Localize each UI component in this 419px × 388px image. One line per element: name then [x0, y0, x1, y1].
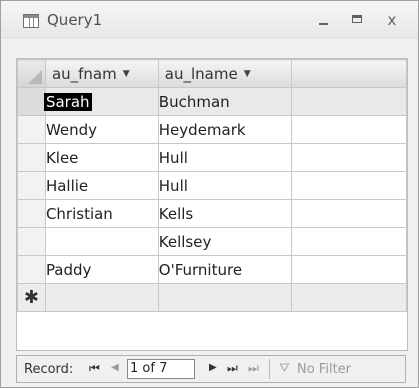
cell-au-lname[interactable]: [157, 283, 292, 312]
empty-space: [290, 143, 408, 172]
cell-au-fname[interactable]: Sarah: [43, 87, 159, 116]
cell-au-fname[interactable]: Wendy: [44, 115, 159, 144]
window-title: Query1: [47, 11, 103, 29]
table-row[interactable]: Kellsey: [17, 227, 408, 256]
datasheet-grid: au_fnam ▼ au_lname ▼ Sarah Buchman Wendy: [16, 58, 408, 351]
cell-au-lname[interactable]: O'Furniture: [157, 255, 292, 284]
minimize-button[interactable]: [313, 11, 335, 29]
row-selector[interactable]: [17, 255, 46, 284]
cell-au-lname[interactable]: Heydemark: [157, 115, 292, 144]
cell-au-fname[interactable]: Christian: [44, 199, 159, 228]
datasheet-table: au_fnam ▼ au_lname ▼ Sarah Buchman Wendy: [17, 59, 408, 312]
new-record-row[interactable]: ✱: [17, 283, 408, 312]
table-row[interactable]: Paddy O'Furniture: [17, 255, 408, 284]
next-record-icon[interactable]: ▶: [209, 362, 217, 373]
table-row[interactable]: Sarah Buchman: [17, 87, 408, 116]
query-window: Query1 x au_fnam ▼ au_lname ▼ Sarah Buch…: [0, 0, 419, 388]
last-record-icon[interactable]: ⏭: [227, 361, 238, 376]
row-selector[interactable]: [17, 199, 46, 228]
row-selector[interactable]: [17, 171, 46, 200]
cell-au-lname[interactable]: Buchman: [157, 87, 292, 116]
no-filter-button[interactable]: No Filter: [297, 362, 351, 377]
cell-au-lname[interactable]: Hull: [157, 171, 292, 200]
chevron-down-icon[interactable]: ▼: [123, 69, 130, 79]
select-all-corner[interactable]: [17, 59, 46, 88]
close-button[interactable]: x: [381, 11, 403, 29]
empty-space: [290, 115, 408, 144]
funnel-icon[interactable]: ⛛: [279, 361, 290, 376]
row-selector[interactable]: [17, 115, 46, 144]
empty-header-space: [290, 59, 408, 88]
header-row: au_fnam ▼ au_lname ▼: [17, 59, 408, 88]
empty-space: [290, 171, 408, 200]
row-selector[interactable]: [17, 227, 46, 256]
table-row[interactable]: Klee Hull: [17, 143, 408, 172]
divider: [269, 359, 270, 379]
first-record-icon[interactable]: ⏮: [89, 361, 100, 376]
column-header-label: au_lname: [164, 64, 238, 83]
column-header-au-fname[interactable]: au_fnam ▼: [44, 59, 159, 88]
table-row[interactable]: Christian Kells: [17, 199, 408, 228]
column-header-au-lname[interactable]: au_lname ▼: [157, 59, 292, 88]
cell-au-fname[interactable]: Klee: [44, 143, 159, 172]
empty-space: [290, 283, 408, 312]
cell-au-lname[interactable]: Kellsey: [157, 227, 292, 256]
cell-au-fname[interactable]: [44, 227, 159, 256]
maximize-button[interactable]: [347, 11, 369, 29]
empty-space: [290, 199, 408, 228]
empty-space: [290, 227, 408, 256]
cell-au-fname[interactable]: Paddy: [44, 255, 159, 284]
cell-au-fname[interactable]: Hallie: [44, 171, 159, 200]
current-record-field[interactable]: 1 of 7: [127, 359, 195, 379]
empty-space: [290, 255, 408, 284]
record-label: Record:: [24, 362, 74, 377]
cell-au-fname[interactable]: [44, 283, 159, 312]
record-navigation-bar: Record: ⏮ ◀ 1 of 7 ▶ ⏭ ⏭ ⛛ No Filter: [16, 355, 406, 383]
table-row[interactable]: Hallie Hull: [17, 171, 408, 200]
cell-au-lname[interactable]: Kells: [157, 199, 292, 228]
column-header-label: au_fnam: [51, 64, 117, 83]
datasheet-icon: [23, 14, 39, 28]
title-bar[interactable]: Query1 x: [1, 1, 418, 39]
table-row[interactable]: Wendy Heydemark: [17, 115, 408, 144]
row-selector[interactable]: [17, 143, 46, 172]
empty-space: [290, 87, 408, 116]
chevron-down-icon[interactable]: ▼: [244, 69, 251, 79]
new-record-icon[interactable]: ⏭: [248, 361, 259, 376]
cell-au-lname[interactable]: Hull: [157, 143, 292, 172]
row-selector[interactable]: [17, 87, 46, 116]
previous-record-icon[interactable]: ◀: [111, 362, 119, 373]
new-record-icon: ✱: [17, 283, 46, 312]
